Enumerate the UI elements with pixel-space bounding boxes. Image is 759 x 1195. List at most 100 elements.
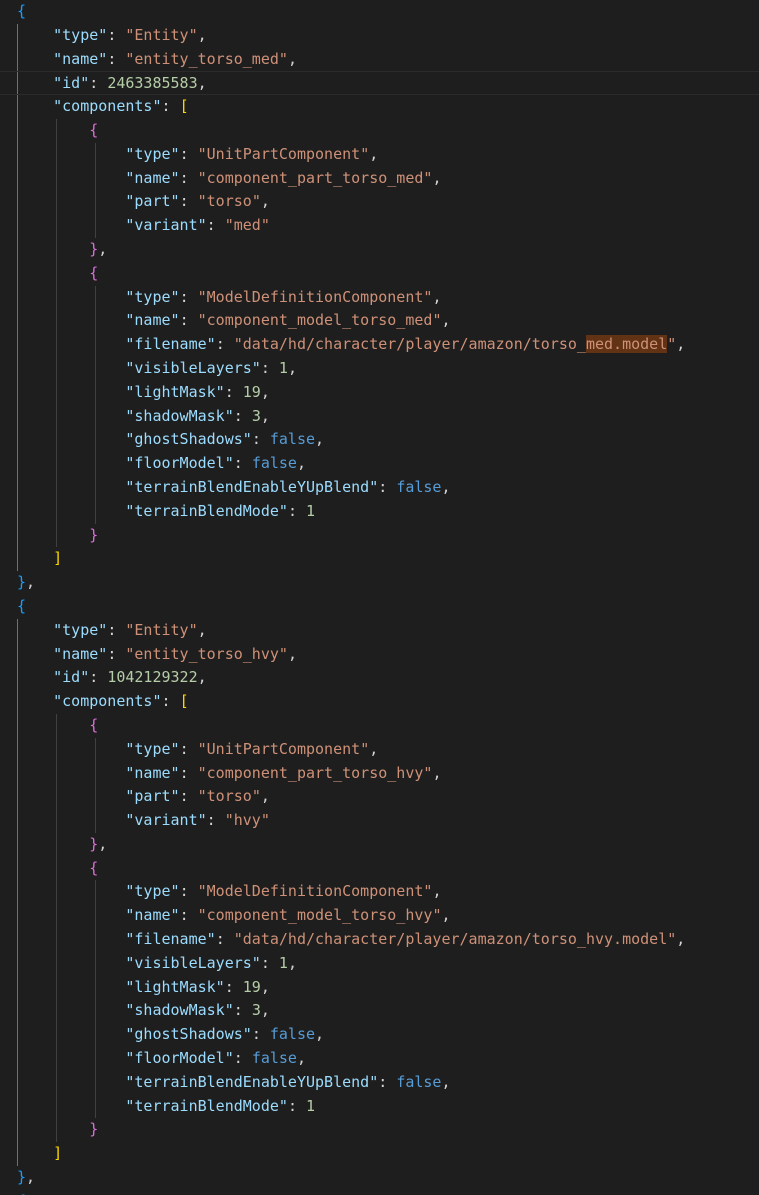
code-line[interactable]: "floorModel": false, [0,452,759,476]
code-line[interactable]: "name": "entity_torso_med", [0,47,759,72]
code-line[interactable]: "variant": "med" [0,214,759,238]
indent-guide [17,951,18,976]
code-line[interactable]: }, [0,832,759,857]
indent-guide [56,856,57,881]
indent-guide [56,333,57,357]
indent-guide [56,951,57,976]
json-key: "terrainBlendMode" [125,1096,288,1115]
json-key: "name" [125,311,180,330]
indent-guide [17,47,18,72]
indent-guide [56,713,57,738]
json-key: "filename" [125,335,216,354]
code-line[interactable]: "variant": "hvy" [0,809,759,833]
indent-guide [56,737,57,762]
bracket: } [89,1120,99,1139]
code-line[interactable]: "lightMask": 19, [0,380,759,405]
indent-guide [95,1047,96,1071]
json-number: 2463385583 [107,74,198,93]
code-line[interactable]: "ghostShadows": false, [0,1023,759,1048]
code-line[interactable]: "visibleLayers": 1, [0,951,759,976]
code-line[interactable]: "id": 2463385583, [0,71,759,96]
code-line[interactable]: ] [0,547,759,572]
code-line[interactable]: "type": "ModelDefinitionComponent", [0,880,759,905]
code-line[interactable]: "terrainBlendMode": 1 [0,499,759,524]
code-line[interactable]: { [0,118,759,143]
json-number: 1042129322 [107,668,198,687]
code-line[interactable]: { [0,713,759,738]
json-string: "entity_torso_hvy" [125,644,288,663]
indent-guide [95,1070,96,1095]
search-match-highlight: med.model [585,335,668,354]
code-line[interactable]: "type": "Entity", [0,618,759,643]
code-line[interactable]: "name": "component_part_torso_hvy", [0,761,759,786]
code-line[interactable]: "name": "component_part_torso_med", [0,166,759,191]
indent-guide [95,142,96,167]
code-line[interactable]: "shadowMask": 3, [0,999,759,1024]
indent-guide [56,1047,57,1071]
code-line[interactable]: "type": "UnitPartComponent", [0,142,759,167]
indent-guide [56,928,57,952]
code-line[interactable]: "id": 1042129322, [0,666,759,691]
code-line[interactable]: "name": "component_model_torso_med", [0,309,759,334]
code-line[interactable]: ] [0,1142,759,1167]
indent-guide [56,404,57,429]
code-line[interactable]: "type": "Entity", [0,23,759,48]
code-line[interactable]: "terrainBlendEnableYUpBlend": false, [0,1070,759,1095]
bracket: } [89,834,99,853]
json-number: 1 [306,1096,316,1115]
indent-guide [56,523,57,548]
json-key: "type" [125,144,180,163]
code-line[interactable]: "lightMask": 19, [0,975,759,1000]
code-line[interactable]: { [0,1190,759,1195]
code-line[interactable]: "filename": "data/hd/character/player/am… [0,333,759,357]
code-line[interactable]: "floorModel": false, [0,1047,759,1071]
code-line[interactable]: "terrainBlendEnableYUpBlend": false, [0,475,759,500]
code-line[interactable]: "terrainBlendMode": 1 [0,1094,759,1119]
code-editor[interactable]: { "type": "Entity", "name": "entity_tors… [0,0,759,1195]
code-line[interactable]: "part": "torso", [0,190,759,215]
json-number: 3 [251,406,261,425]
code-line[interactable]: }, [0,571,759,595]
code-line[interactable]: "part": "torso", [0,785,759,810]
json-key: "variant" [125,811,207,830]
code-line[interactable]: "components": [ [0,690,759,714]
indent-guide [56,1118,57,1143]
bracket: { [89,120,99,139]
indent-guide [95,356,96,381]
json-string: "torso" [197,192,261,211]
indent-guide [17,23,18,48]
code-line[interactable]: "visibleLayers": 1, [0,356,759,381]
indent-guide [17,237,18,262]
indent-guide [17,285,18,310]
indent-guide [95,404,96,429]
code-line[interactable]: "name": "entity_torso_hvy", [0,642,759,667]
code-line[interactable]: "type": "UnitPartComponent", [0,737,759,762]
code-line[interactable]: { [0,261,759,286]
code-line[interactable]: { [0,856,759,881]
code-line[interactable]: "filename": "data/hd/character/player/am… [0,928,759,952]
indent-guide [95,1094,96,1119]
indent-guide [95,499,96,524]
bracket: ] [53,1144,63,1163]
indent-guide [95,737,96,762]
code-line[interactable]: "shadowMask": 3, [0,404,759,429]
indent-guide [95,475,96,500]
code-line[interactable]: }, [0,1166,759,1190]
indent-guide [17,214,18,238]
code-line[interactable]: }, [0,237,759,262]
indent-guide [17,737,18,762]
json-string: "entity_torso_med" [125,49,288,68]
code-line[interactable]: "components": [ [0,95,759,119]
code-line[interactable]: } [0,523,759,548]
json-key: "part" [125,192,180,211]
json-key: "visibleLayers" [125,953,261,972]
bracket: { [17,596,27,615]
code-line[interactable]: } [0,1118,759,1143]
code-line[interactable]: "type": "ModelDefinitionComponent", [0,285,759,310]
code-line[interactable]: { [0,0,759,24]
code-line[interactable]: "ghostShadows": false, [0,428,759,453]
code-line[interactable]: "name": "component_model_torso_hvy", [0,904,759,929]
bracket: } [89,239,99,258]
code-line[interactable]: { [0,595,759,619]
indent-guide [17,1023,18,1048]
